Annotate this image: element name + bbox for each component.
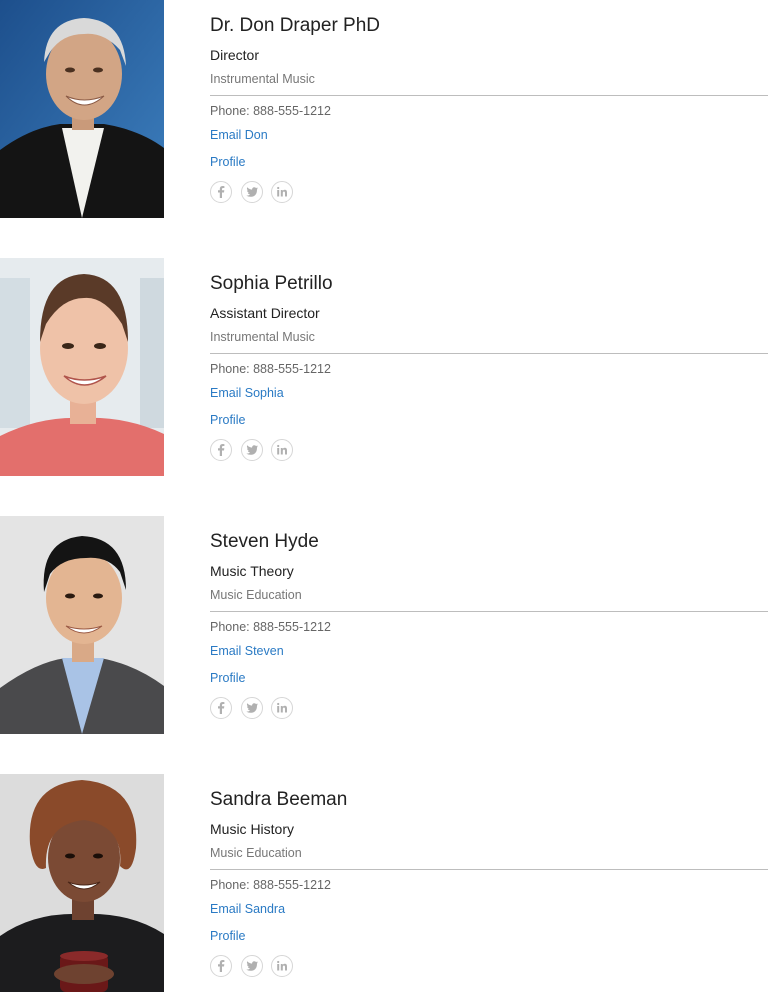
linkedin-icon[interactable] [271,181,293,203]
staff-title: Music Theory [210,563,294,579]
staff-photo [0,516,164,734]
twitter-icon[interactable] [241,955,263,977]
staff-photo [0,774,164,992]
staff-title: Assistant Director [210,305,320,321]
staff-phone: Phone: 888-555-1212 [210,104,331,118]
facebook-icon[interactable] [210,181,232,203]
divider [210,869,768,870]
staff-department: Music Education [210,588,302,602]
staff-phone: Phone: 888-555-1212 [210,878,331,892]
staff-department: Instrumental Music [210,72,315,86]
email-link[interactable]: Email Steven [210,644,284,658]
staff-phone: Phone: 888-555-1212 [210,362,331,376]
facebook-icon[interactable] [210,439,232,461]
email-link[interactable]: Email Sandra [210,902,285,916]
twitter-icon[interactable] [241,181,263,203]
divider [210,611,768,612]
divider [210,353,768,354]
profile-link[interactable]: Profile [210,155,245,169]
staff-photo [0,0,164,218]
linkedin-icon[interactable] [271,697,293,719]
email-link[interactable]: Email Don [210,128,268,142]
linkedin-icon[interactable] [271,439,293,461]
profile-link[interactable]: Profile [210,671,245,685]
staff-card: Sophia Petrillo Assistant Director Instr… [0,258,770,476]
facebook-icon[interactable] [210,955,232,977]
staff-name: Sandra Beeman [210,789,348,810]
staff-name: Steven Hyde [210,531,319,552]
staff-card: Sandra Beeman Music History Music Educat… [0,774,770,992]
staff-photo [0,258,164,476]
staff-title: Director [210,47,260,63]
twitter-icon[interactable] [241,697,263,719]
staff-card: Dr. Don Draper PhD Director Instrumental… [0,0,770,218]
staff-phone: Phone: 888-555-1212 [210,620,331,634]
email-link[interactable]: Email Sophia [210,386,284,400]
facebook-icon[interactable] [210,697,232,719]
staff-card: Steven Hyde Music Theory Music Education… [0,516,770,734]
divider [210,95,768,96]
linkedin-icon[interactable] [271,955,293,977]
profile-link[interactable]: Profile [210,929,245,943]
staff-department: Music Education [210,846,302,860]
profile-link[interactable]: Profile [210,413,245,427]
staff-name: Sophia Petrillo [210,273,333,294]
twitter-icon[interactable] [241,439,263,461]
staff-name: Dr. Don Draper PhD [210,15,381,36]
staff-department: Instrumental Music [210,330,315,344]
staff-title: Music History [210,821,295,837]
